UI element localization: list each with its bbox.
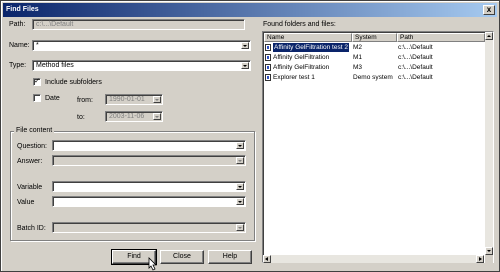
answer-dropdown-arrow-icon <box>236 157 244 164</box>
window-close-button[interactable]: x <box>483 5 495 15</box>
answer-combobox <box>52 155 246 166</box>
name-dropdown-arrow-icon[interactable] <box>241 42 249 49</box>
list-item[interactable]: Affinity GelFiltration M1 c:\...\Default <box>265 53 486 62</box>
value-dropdown-arrow-icon[interactable] <box>236 198 244 205</box>
list-item[interactable]: Affinity GelFiltration test 2 M2 c:\...\… <box>265 43 486 52</box>
item-system: M2 <box>353 44 363 51</box>
list-item[interactable]: Affinity GelFiltration M3 c:\...\Default <box>265 63 486 72</box>
item-name: Explorer test 1 <box>273 74 315 81</box>
method-file-icon <box>265 74 271 81</box>
find-files-dialog: Find Files x Path: c:\...\Default Name: … <box>0 0 500 272</box>
file-content-title: File content <box>14 127 55 135</box>
item-system: M3 <box>353 64 363 71</box>
name-combobox[interactable]: * <box>32 40 251 51</box>
method-file-icon <box>265 44 271 51</box>
item-path: c:\...\Default <box>398 54 433 61</box>
path-field: c:\...\Default <box>32 19 245 30</box>
date-from-dropdown-arrow-icon <box>153 96 161 103</box>
value-label: Value <box>17 199 35 206</box>
question-dropdown-arrow-icon[interactable] <box>236 142 244 149</box>
date-to-dropdown-arrow-icon <box>153 113 161 120</box>
list-item[interactable]: Explorer test 1 Demo system c:\...\Defau… <box>265 73 486 82</box>
item-name: Affinity GelFiltration <box>273 64 330 71</box>
variable-label: Variable <box>17 184 43 191</box>
horizontal-scrollbar[interactable] <box>263 255 484 263</box>
path-label: Path: <box>9 21 26 28</box>
scroll-down-arrow-icon[interactable] <box>485 247 493 255</box>
date-to-value: 2003-11-06 <box>109 113 145 120</box>
item-system: M1 <box>353 54 363 61</box>
type-value: Method files <box>36 62 74 69</box>
question-combobox[interactable] <box>52 140 246 151</box>
include-subfolders-checkbox[interactable]: ✓ <box>33 78 41 86</box>
name-label: Name: <box>9 42 30 49</box>
variable-dropdown-arrow-icon[interactable] <box>236 183 244 190</box>
results-list[interactable]: Name System Path Affinity GelFiltration … <box>262 31 494 263</box>
method-file-icon <box>265 64 271 71</box>
batch-id-dropdown-arrow-icon <box>236 224 244 231</box>
scroll-up-arrow-icon[interactable] <box>485 32 493 40</box>
name-value: * <box>36 42 39 49</box>
results-title: Found folders and files: <box>263 21 336 28</box>
window-title: Find Files <box>6 6 39 13</box>
batch-id-combobox <box>52 222 246 233</box>
type-dropdown-arrow-icon[interactable] <box>241 62 249 69</box>
vertical-scrollbar[interactable] <box>485 32 493 255</box>
type-combobox[interactable]: Method files <box>32 60 251 71</box>
date-checkbox[interactable] <box>33 94 41 102</box>
date-from-picker: 1990-01-01 <box>105 94 163 105</box>
date-to-picker: 2003-11-06 <box>105 111 163 122</box>
title-bar[interactable]: Find Files x <box>3 3 497 17</box>
date-from-value: 1990-01-01 <box>109 96 145 103</box>
mouse-pointer-icon <box>148 257 157 271</box>
value-combobox[interactable] <box>52 196 246 207</box>
question-label: Question: <box>17 143 47 150</box>
type-label: Type: <box>9 62 27 69</box>
close-button[interactable]: Close <box>160 250 204 264</box>
item-system: Demo system <box>353 74 393 81</box>
help-button[interactable]: Help <box>208 250 252 264</box>
include-subfolders-label: Include subfolders <box>45 79 102 86</box>
column-header-name[interactable]: Name <box>264 33 352 42</box>
column-header-path[interactable]: Path <box>397 33 485 42</box>
method-file-icon <box>265 54 271 61</box>
item-name: Affinity GelFiltration test 2 <box>273 43 349 52</box>
scrollbar-corner <box>485 255 493 263</box>
variable-combobox[interactable] <box>52 181 246 192</box>
item-path: c:\...\Default <box>398 44 433 51</box>
item-name: Affinity GelFiltration <box>273 54 330 61</box>
results-header: Name System Path <box>264 33 485 42</box>
item-path: c:\...\Default <box>398 74 433 81</box>
date-to-label: to: <box>77 114 85 121</box>
answer-label: Answer: <box>17 158 43 165</box>
item-path: c:\...\Default <box>398 64 433 71</box>
batch-id-label: Batch ID: <box>17 225 46 232</box>
scroll-right-arrow-icon[interactable] <box>476 255 484 263</box>
date-from-label: from: <box>77 97 93 104</box>
scroll-left-arrow-icon[interactable] <box>263 255 271 263</box>
column-header-system[interactable]: System <box>352 33 397 42</box>
date-label: Date <box>45 95 60 102</box>
